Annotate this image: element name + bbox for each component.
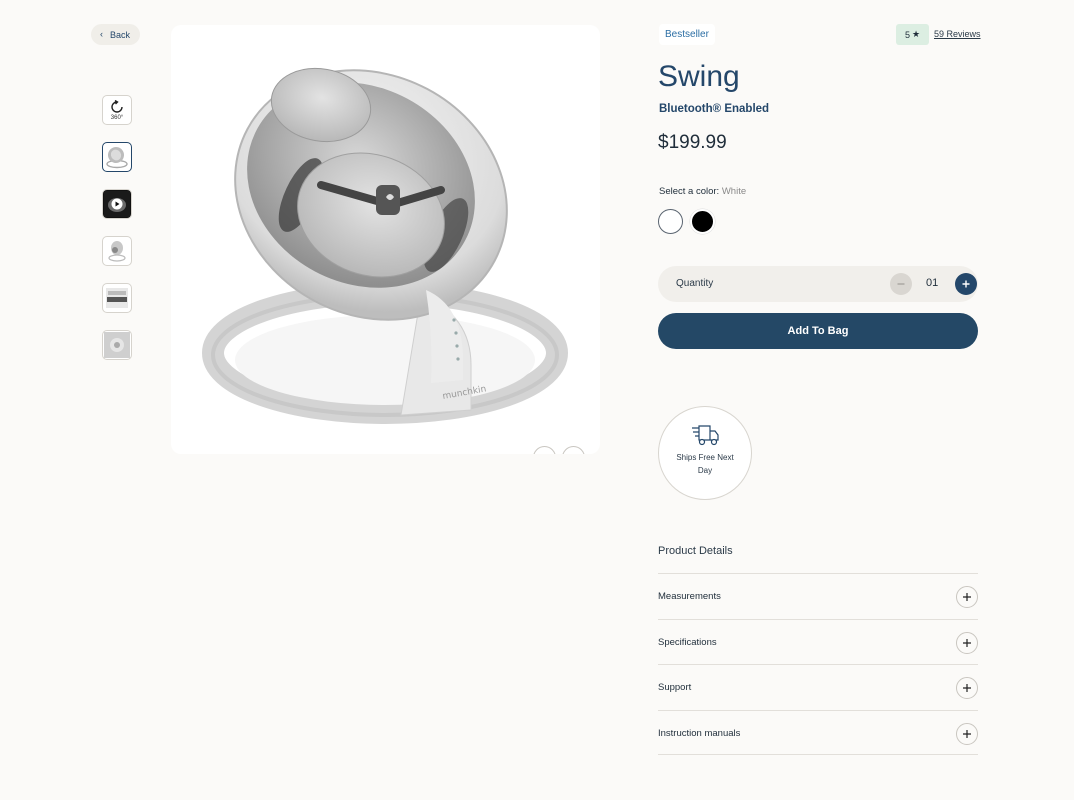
play-icon — [104, 191, 130, 217]
thumbnail-360[interactable]: 360° — [102, 95, 132, 125]
chevron-right-icon — [572, 453, 573, 454]
plus-icon — [956, 631, 978, 654]
free-shipping-text: Ships Free Next Day — [676, 453, 734, 475]
chevron-left-icon — [545, 453, 546, 454]
color-swatch-white[interactable] — [658, 209, 683, 234]
selected-color-value: White — [721, 186, 747, 197]
back-label: Back — [110, 29, 131, 40]
color-label-text: Select a color: — [659, 186, 720, 197]
accordion-support[interactable]: Support — [658, 664, 978, 710]
thumbnail-360-label: 360° — [110, 114, 124, 121]
accordion-specifications[interactable]: Specifications — [658, 618, 978, 665]
accordion-label: Instruction manuals — [658, 727, 741, 739]
color-label: Select a color: White — [659, 186, 746, 197]
increase-quantity-button[interactable] — [955, 273, 977, 295]
back-button[interactable]: ‹ Back — [91, 24, 140, 45]
add-to-bag-button[interactable]: Add To Bag — [658, 313, 978, 349]
rating-badge: 5 ★ — [896, 24, 929, 45]
reviews-link[interactable]: 59 Reviews — [934, 29, 981, 39]
quantity-label: Quantity — [676, 278, 714, 289]
thumbnail-packaging[interactable] — [102, 283, 132, 313]
accordion-label: Specifications — [658, 636, 717, 648]
product-details-accordion: Measurements Specifications Support Inst… — [658, 573, 978, 755]
product-title: Swing — [658, 60, 740, 93]
bestseller-badge: Bestseller — [659, 24, 715, 45]
accordion-instruction-manuals[interactable]: Instruction manuals — [658, 709, 978, 755]
quantity-value: 01 — [926, 277, 939, 289]
swing-product-image: munchkin — [202, 67, 568, 424]
plus-icon — [956, 677, 978, 699]
plus-icon — [962, 280, 970, 288]
detail-thumbnail-image — [104, 332, 130, 358]
product-details-title: Product Details — [658, 545, 733, 557]
main-product-image: munchkin — [171, 25, 600, 454]
thumbnail-front[interactable] — [102, 142, 132, 172]
swing-side-thumbnail-image — [108, 241, 126, 262]
color-swatch-black[interactable] — [690, 209, 715, 234]
product-price: $199.99 — [658, 132, 727, 153]
accordion-measurements[interactable]: Measurements — [658, 573, 978, 619]
packaging-thumbnail-image — [106, 288, 128, 308]
thumbnail-side[interactable] — [102, 236, 132, 266]
accordion-label: Support — [658, 682, 692, 693]
swing-thumbnail-image — [106, 147, 128, 169]
quantity-stepper: Quantity 01 — [658, 266, 978, 302]
product-subtitle: Bluetooth® Enabled — [659, 103, 770, 115]
plus-icon — [956, 586, 978, 608]
chevron-left-icon: ‹ — [100, 29, 103, 39]
minus-icon — [897, 283, 905, 285]
rating-value: 5 — [904, 29, 910, 40]
thumbnail-detail[interactable] — [102, 330, 132, 360]
plus-icon — [956, 722, 978, 745]
star-icon: ★ — [911, 29, 921, 39]
rotate-icon — [111, 99, 123, 113]
delivery-truck-icon — [692, 425, 719, 446]
thumbnail-video[interactable] — [102, 189, 132, 219]
accordion-label: Measurements — [658, 591, 721, 602]
decrease-quantity-button[interactable] — [890, 273, 912, 295]
free-shipping-badge: Ships Free Next Day — [658, 406, 752, 500]
